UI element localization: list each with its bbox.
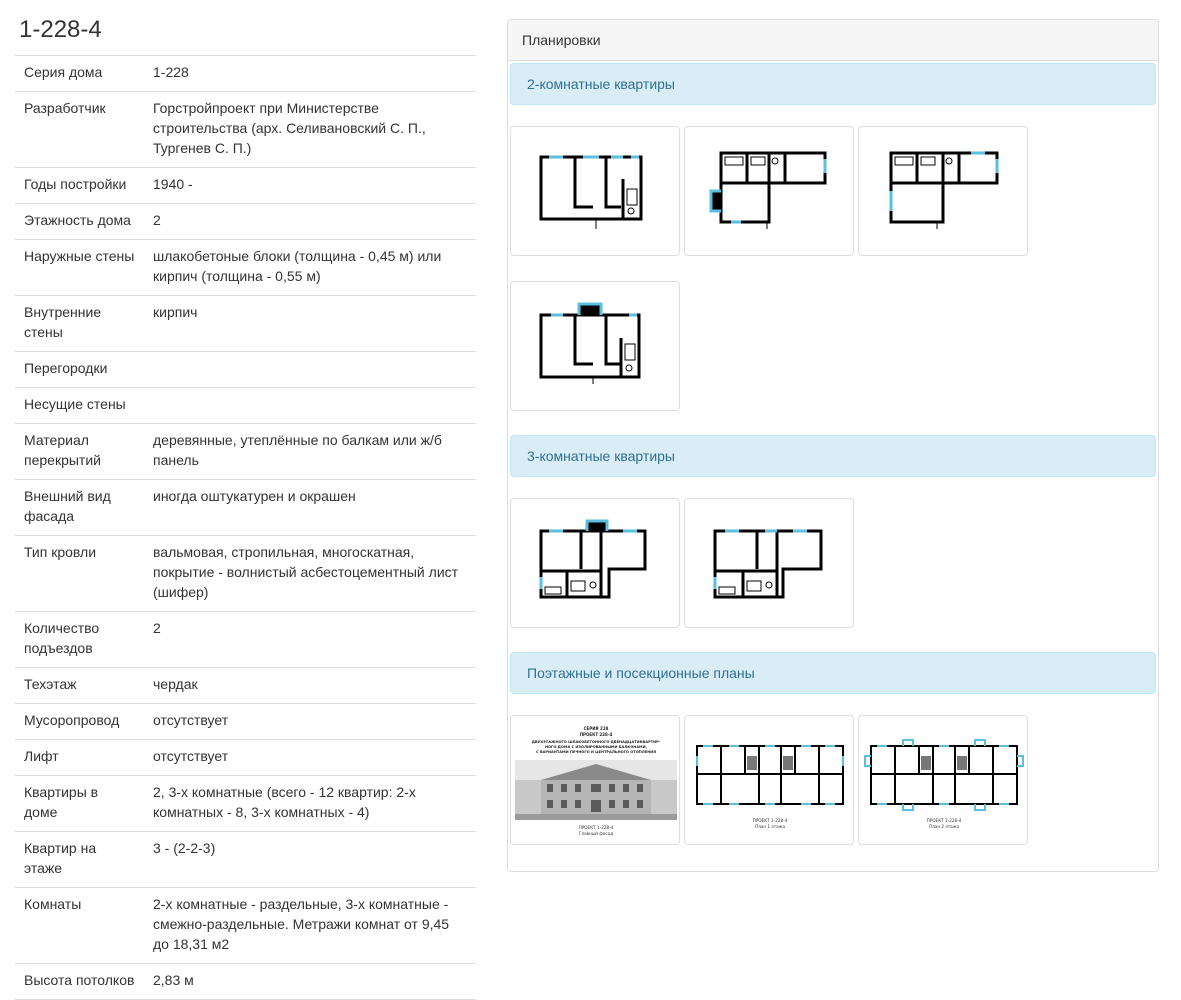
spec-label: Материал перекрытий — [15, 423, 144, 480]
spec-label: Несущие стены — [15, 387, 144, 424]
section-floor-plans-heading: Поэтажные и посекционные планы — [510, 652, 1156, 694]
spec-value: чердак — [144, 667, 476, 704]
spec-label: Техэтаж — [15, 667, 144, 704]
spec-value: Горстройпроект при Министерстве строител… — [144, 91, 476, 168]
facade-caption: ПРОЕКТ 1-228-4 — [579, 825, 614, 830]
spec-row: Мусоропровод отсутствует — [15, 703, 476, 740]
plan-2room-d-thumbnail[interactable] — [510, 281, 680, 411]
floor-plan-2-caption: ПРОЕКТ 1-228-4 — [927, 818, 962, 823]
floor-plan-1-drawing: ПРОЕКТ 1-228-4 План 1 этажа — [696, 745, 844, 829]
spec-row: Серия дома 1-228 — [15, 55, 476, 92]
spec-label: Высота потолков — [15, 963, 144, 1000]
floor-plan-1-caption: ПРОЕКТ 1-228-4 — [753, 818, 788, 823]
facade-sheet-thumbnail[interactable]: СЕРИЯ 228 ПРОЕКТ 228-4 ДВУХЭТАЖНОГО ШЛАК… — [510, 715, 680, 845]
spec-label: Наружные стены — [15, 239, 144, 296]
spec-row: Высота потолков 2,83 м — [15, 963, 476, 1000]
facade-header-line: СЕРИЯ 228 — [584, 726, 609, 731]
spec-row: Квартир на этаже 3 - (2-2-3) — [15, 831, 476, 888]
specs-table: Серия дома 1-228 Разработчик Горстройпроект… — [15, 55, 476, 1000]
plan-3room-b-drawing — [713, 529, 823, 599]
spec-row: Годы постройки 1940 - — [15, 167, 476, 204]
floor-plan-1-thumbnail[interactable]: ПРОЕКТ 1-228-4 План 1 этажа — [684, 715, 854, 845]
spec-label: Этажность дома — [15, 203, 144, 240]
spec-label: Квартир на этаже — [15, 831, 144, 888]
spec-row: Несущие стены — [15, 387, 476, 424]
spec-value: шлакобетоные блоки (толщина - 0,45 м) ил… — [144, 239, 476, 296]
spec-value: 2 — [144, 611, 476, 668]
page-title: 1-228-4 — [19, 16, 102, 43]
spec-label: Годы постройки — [15, 167, 144, 204]
spec-value: 3 - (2-2-3) — [144, 831, 476, 888]
plan-3room-a-thumbnail[interactable] — [510, 498, 680, 628]
plan-2room-c-drawing — [889, 151, 999, 229]
spec-row: Перегородки — [15, 351, 476, 388]
facade-caption: Главный фасад — [579, 831, 613, 836]
spec-row: Лифт отсутствует — [15, 739, 476, 776]
spec-row: Разработчик Горстройпроект при Министерст… — [15, 91, 476, 168]
spec-row: Тип кровли вальмовая, стропильная, многос… — [15, 535, 476, 612]
floor-plan-2-caption: План 2 этажа — [929, 824, 960, 829]
spec-value — [144, 351, 476, 388]
spec-value: иногда оштукатурен и окрашен — [144, 479, 476, 536]
facade-photo — [515, 760, 677, 820]
section-3room-heading: 3-комнатные квартиры — [510, 435, 1156, 477]
spec-value: 2 — [144, 203, 476, 240]
plan-3room-b-thumbnail[interactable] — [684, 498, 854, 628]
spec-label: Квартиры в доме — [15, 775, 144, 832]
spec-label: Количество подъездов — [15, 611, 144, 668]
spec-value: 1-228 — [144, 55, 476, 92]
floor-plan-2-thumbnail[interactable]: ПРОЕКТ 1-228-4 План 2 этажа — [858, 715, 1028, 845]
spec-value — [144, 387, 476, 424]
spec-value: 2,83 м — [144, 963, 476, 1000]
spec-label: Лифт — [15, 739, 144, 776]
spec-value: вальмовая, стропильная, многоскатная, по… — [144, 535, 476, 612]
spec-label: Мусоропровод — [15, 703, 144, 740]
spec-value: 2-х комнатные - раздельные, 3-х комнатны… — [144, 887, 476, 964]
floor-plan-1-caption: План 1 этажа — [755, 824, 786, 829]
spec-value: отсутствует — [144, 703, 476, 740]
section-2room-heading: 2-комнатные квартиры — [510, 63, 1156, 105]
plan-2room-a-thumbnail[interactable] — [510, 126, 680, 256]
plan-2room-b-drawing — [709, 151, 827, 229]
facade-header-line: НОГО ДОМА С ИЗОЛИРОВАННЫМИ БАЛКОНАМИ, — [545, 745, 647, 749]
layouts-panel-heading: Планировки — [508, 20, 1158, 61]
spec-row: Этажность дома 2 — [15, 203, 476, 240]
spec-row: Наружные стены шлакобетоные блоки (толщин… — [15, 239, 476, 296]
spec-label: Внешний вид фасада — [15, 479, 144, 536]
plan-2room-a-drawing — [539, 155, 643, 229]
facade-header-line: ПРОЕКТ 228-4 — [580, 732, 613, 737]
facade-header-line: ДВУХЭТАЖНОГО ШЛАКОБЕТОННОГО ДВЕНАДЦАТИКВ… — [532, 740, 661, 744]
plan-2room-b-thumbnail[interactable] — [684, 126, 854, 256]
spec-value: 2, 3-х комнатные (всего - 12 квартир: 2-… — [144, 775, 476, 832]
floor-plan-2-drawing: ПРОЕКТ 1-228-4 План 2 этажа — [864, 739, 1024, 829]
spec-label: Комнаты — [15, 887, 144, 964]
plan-3room-a-drawing — [539, 519, 647, 599]
facade-header-line: С ВАРИАНТАМИ ПЕЧНОГО И ЦЕНТРАЛЬНОГО ОТОП… — [536, 750, 656, 754]
spec-row: Техэтаж чердак — [15, 667, 476, 704]
spec-row: Внутренние стены кирпич — [15, 295, 476, 352]
spec-row: Количество подъездов 2 — [15, 611, 476, 668]
facade-sheet-drawing: СЕРИЯ 228 ПРОЕКТ 228-4 ДВУХЭТАЖНОГО ШЛАК… — [515, 726, 677, 836]
plan-2room-d-drawing — [539, 302, 641, 384]
spec-label: Серия дома — [15, 55, 144, 92]
spec-value: 1940 - — [144, 167, 476, 204]
spec-label: Разработчик — [15, 91, 144, 168]
spec-value: кирпич — [144, 295, 476, 352]
spec-label: Внутренние стены — [15, 295, 144, 352]
spec-row: Комнаты 2-х комнатные - раздельные, 3-х к… — [15, 887, 476, 964]
plan-2room-c-thumbnail[interactable] — [858, 126, 1028, 256]
spec-label: Перегородки — [15, 351, 144, 388]
layouts-panel: Планировки 2-комнатные квартиры 3-комнат… — [507, 19, 1159, 872]
spec-value: отсутствует — [144, 739, 476, 776]
spec-value: деревянные, утеплённые по балкам или ж/б… — [144, 423, 476, 480]
spec-row: Квартиры в доме 2, 3-х комнатные (всего -… — [15, 775, 476, 832]
spec-row: Внешний вид фасада иногда оштукатурен и о… — [15, 479, 476, 536]
spec-label: Тип кровли — [15, 535, 144, 612]
spec-row: Материал перекрытий деревянные, утеплённы… — [15, 423, 476, 480]
